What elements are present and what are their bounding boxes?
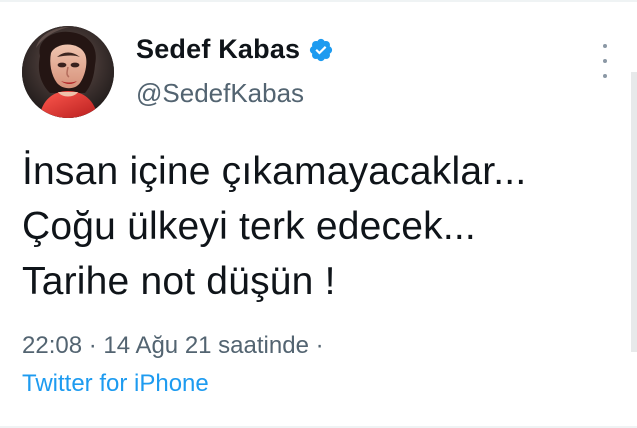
tweet-header: Sedef Kabas @SedefKabas	[22, 26, 612, 126]
tweet-text: İnsan içine çıkamayacaklar... Çoğu ülkey…	[22, 144, 617, 309]
display-name[interactable]: Sedef Kabas	[136, 36, 300, 63]
user-handle[interactable]: @SedefKabas	[136, 80, 334, 106]
tweet-line-3: Tarihe not düşün !	[22, 260, 336, 303]
avatar-image	[22, 26, 114, 118]
tweet-line-1: İnsan içine çıkamayacaklar...	[22, 150, 527, 193]
more-dot	[603, 44, 607, 48]
tweet-time[interactable]: 22:08	[22, 334, 82, 358]
tweet-line-2: Çoğu ülkeyi terk edecek...	[22, 205, 476, 248]
avatar[interactable]	[22, 26, 114, 118]
display-name-row: Sedef Kabas	[136, 36, 334, 63]
tweet-source-link[interactable]: Twitter for iPhone	[22, 372, 209, 396]
meta-separator-2: ·	[315, 332, 324, 359]
tweet-meta: 22:08 · 14 Ağu 21 saatinde ·	[22, 334, 324, 358]
tweet-card: Sedef Kabas @SedefKabas İnsan içine çıka…	[0, 0, 637, 428]
more-dot	[603, 59, 607, 63]
scrollbar-edge	[631, 72, 637, 352]
meta-separator-1: ·	[88, 332, 97, 359]
tweet-date[interactable]: 14 Ağu 21 saatinde	[103, 334, 309, 358]
more-dot	[603, 74, 607, 78]
verified-check-icon	[308, 37, 334, 63]
user-name-block: Sedef Kabas @SedefKabas	[136, 36, 334, 106]
vertical-ellipsis-icon[interactable]	[596, 44, 614, 78]
